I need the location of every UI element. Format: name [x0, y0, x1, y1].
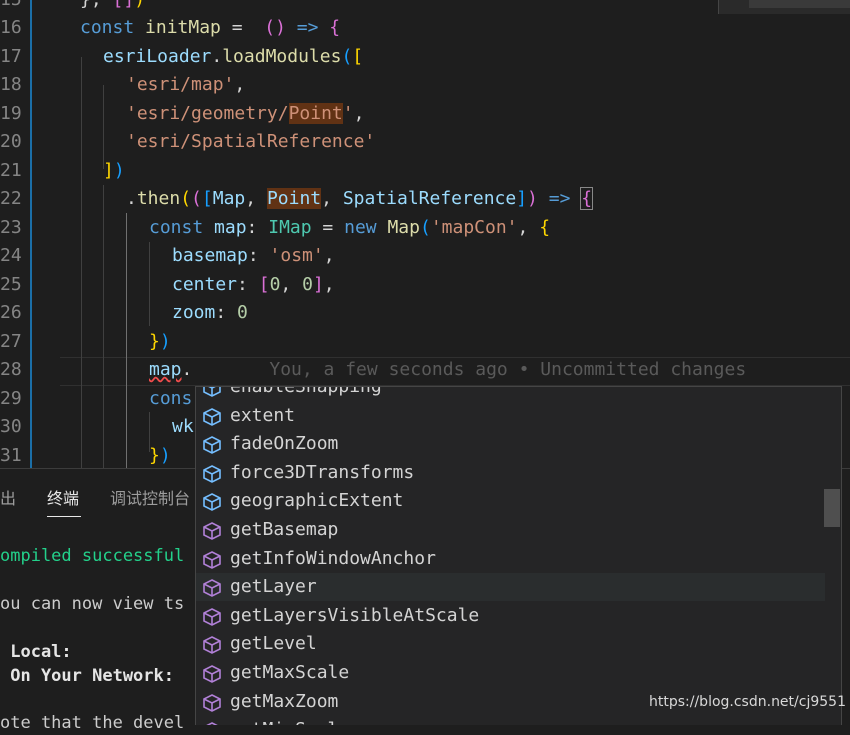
suggest-item-label: getLevel: [230, 633, 317, 655]
property-cube-icon: [202, 492, 222, 512]
suggest-item-label: fadeOnZoom: [230, 433, 339, 455]
suggest-item[interactable]: force3DTransforms: [196, 459, 825, 487]
suggest-item[interactable]: extent: [196, 402, 825, 430]
suggest-item[interactable]: getBasemap: [196, 516, 825, 544]
line-number: 20: [0, 131, 22, 152]
property-cube-icon: [202, 464, 222, 483]
suggest-item-label: extent: [230, 404, 296, 426]
autocomplete-suggest-widget[interactable]: enableSnapping extent fadeOnZoom force3DTra…: [195, 386, 842, 725]
suggest-item-label: getBasemap: [230, 519, 339, 540]
code-line-15: }, []): [80, 0, 145, 14]
suggest-item[interactable]: getInfoWindowAnchor: [196, 545, 825, 573]
suggest-item-label: geographicExtent: [230, 490, 404, 512]
method-cube-icon: [202, 550, 222, 569]
code-line-23: const map: IMap = new Map('mapCon', {: [149, 217, 551, 238]
property-cube-icon: [202, 435, 222, 455]
suggest-item[interactable]: geographicExtent: [196, 487, 825, 515]
suggest-item-label: enableSnapping: [230, 386, 382, 397]
property-cube-icon: [202, 387, 222, 397]
code-line-18: 'esri/map',: [126, 74, 246, 95]
line-number: 23: [0, 217, 22, 238]
method-cube-icon: [202, 693, 222, 712]
terminal-line: Local:: [0, 642, 72, 662]
line-number: 26: [0, 302, 22, 323]
code-line-24: basemap: 'osm',: [172, 245, 335, 266]
code-line-16: const initMap = () => {: [80, 17, 341, 38]
line-number: 19: [0, 103, 22, 124]
indent-guide-active: [126, 213, 127, 468]
terminal-line: ompiled successful: [0, 546, 185, 566]
code-line-30: wk: [172, 416, 194, 437]
git-blame-annotation: You, a few seconds ago • Uncommitted cha…: [269, 359, 747, 380]
tab-output[interactable]: 出: [0, 485, 16, 509]
suggest-item[interactable]: getLevel: [196, 630, 825, 658]
code-line-22: .then(([Map, Point, SpatialReference]) =…: [126, 187, 594, 210]
word-highlight: Point: [266, 188, 322, 209]
line-number: 31: [0, 445, 22, 466]
terminal-line: ote that the devel: [0, 713, 185, 733]
suggest-item[interactable]: getLayer: [196, 573, 825, 602]
line-number: 18: [0, 74, 22, 95]
line-number-gutter: 15 16 17 18 19 20 21 22 23 24 25 26 27 2…: [0, 0, 40, 468]
code-line-27: }): [149, 331, 171, 352]
line-number: 22: [0, 188, 22, 209]
line-number: 29: [0, 388, 22, 409]
code-line-29: cons: [149, 388, 193, 409]
tab-terminal[interactable]: 终端: [47, 485, 79, 509]
line-number: 28: [0, 359, 22, 380]
code-line-17: esriLoader.loadModules([: [103, 46, 364, 67]
word-highlight: Point: [288, 103, 343, 124]
indent-guide: [81, 57, 82, 468]
line-number: 17: [0, 46, 22, 67]
suggest-item[interactable]: getLayersVisibleAtScale: [196, 602, 825, 630]
method-cube-icon: [202, 635, 222, 655]
code-line-19: 'esri/geometry/Point',: [126, 103, 365, 124]
error-squiggle: map: [149, 359, 182, 380]
watermark: https://blog.csdn.net/cj9551: [649, 694, 846, 710]
method-cube-icon: [202, 578, 222, 598]
code-line-28[interactable]: map. You, a few seconds ago • Uncommitted…: [149, 356, 746, 384]
suggest-item-label: getLayer: [230, 576, 317, 598]
bracket-match: {: [580, 187, 594, 210]
suggest-item[interactable]: getMaxScale: [196, 659, 825, 687]
suggest-item-label: getLayersVisibleAtScale: [230, 604, 480, 626]
suggest-item-label: force3DTransforms: [230, 461, 415, 483]
line-number: 24: [0, 245, 22, 266]
code-line-21: ]): [103, 160, 125, 181]
line-number: 27: [0, 331, 22, 352]
method-cube-icon: [202, 721, 222, 725]
line-number: 21: [0, 160, 22, 181]
line-number: 15: [0, 0, 22, 14]
code-line-20: 'esri/SpatialReference': [126, 131, 376, 152]
line-number: 30: [0, 416, 22, 437]
suggest-item-label: getInfoWindowAnchor: [230, 547, 436, 569]
terminal-line: On Your Network:: [0, 666, 174, 686]
suggest-item[interactable]: fadeOnZoom: [196, 430, 825, 458]
suggest-scrollbar[interactable]: [824, 489, 840, 527]
indent-guide: [103, 185, 104, 468]
method-cube-icon: [202, 521, 222, 540]
indent-guide: [149, 242, 150, 326]
code-line-31: }): [149, 445, 171, 466]
suggest-item-label: getMaxScale: [230, 662, 350, 683]
tab-debug-console[interactable]: 调试控制台: [110, 485, 190, 509]
method-cube-icon: [202, 607, 222, 626]
property-cube-icon: [202, 407, 222, 426]
code-line-26: zoom: 0: [172, 302, 248, 323]
suggest-item-label: getMaxZoom: [230, 690, 339, 712]
active-tab-indicator: [47, 516, 81, 517]
suggest-item[interactable]: enableSnapping: [196, 386, 825, 401]
find-widget-edge: [718, 0, 850, 14]
line-number: 25: [0, 274, 22, 295]
code-line-25: center: [0, 0],: [172, 274, 335, 295]
method-cube-icon: [202, 664, 222, 683]
line-number: 16: [0, 17, 22, 38]
terminal-line: ou can now view ts: [0, 594, 185, 614]
